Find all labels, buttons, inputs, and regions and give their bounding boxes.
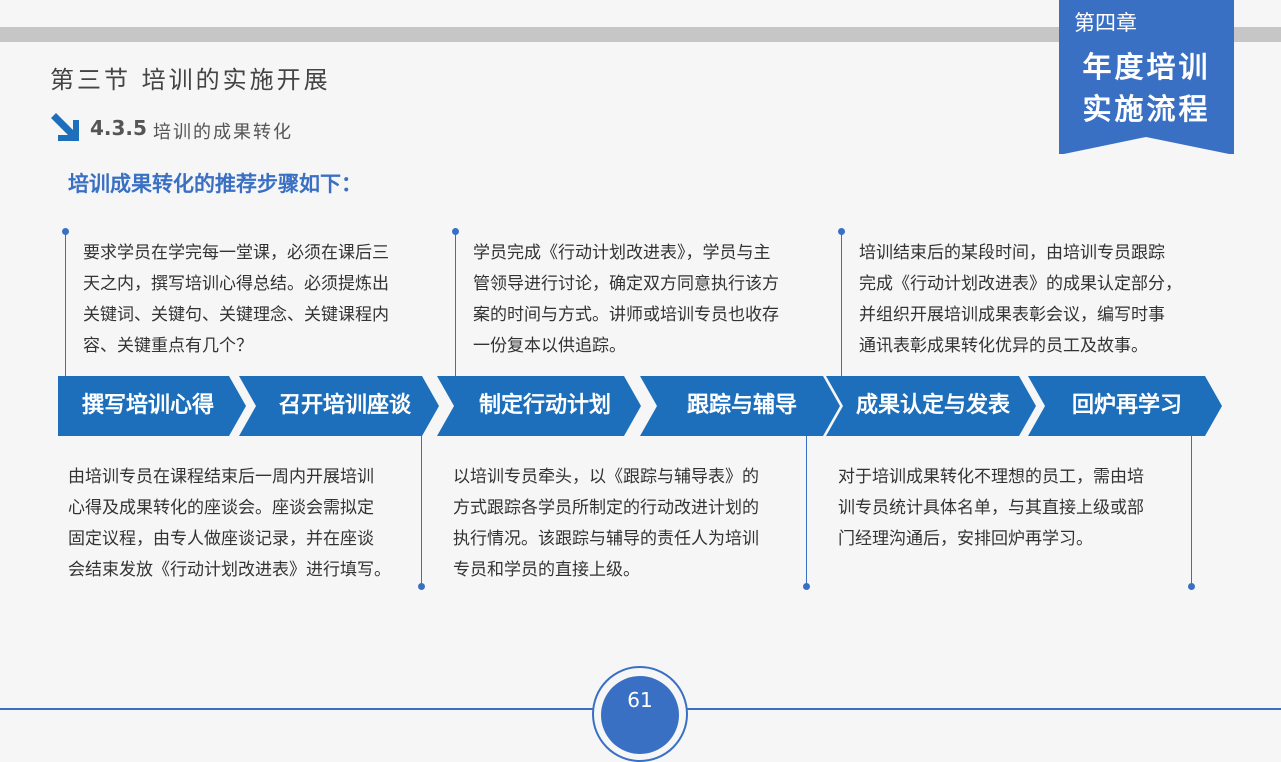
section-title: 第三节 培训的实施开展 xyxy=(50,66,331,94)
step4-description: 以培训专员牵头，以《跟踪与辅导表》的 方式跟踪各学员所制定的行动改进计划的 执行… xyxy=(453,462,803,586)
desc-line: 培训结束后的某段时间，由培训专员跟踪 xyxy=(859,243,1165,263)
desc-line: 专员和学员的直接上级。 xyxy=(453,560,640,580)
desc-line: 以培训专员牵头，以《跟踪与辅导表》的 xyxy=(453,467,759,487)
desc-line: 固定议程，由专人做座谈记录，并在座谈 xyxy=(68,529,374,549)
desc-line: 由培训专员在课程结束后一周内开展培训 xyxy=(68,467,374,487)
step6-label: 回炉再学习 xyxy=(1071,393,1182,418)
step5-description: 培训结束后的某段时间，由培训专员跟踪 完成《行动计划改进表》的成果认定部分， 并… xyxy=(859,238,1229,362)
step3-label: 制定行动计划 xyxy=(478,393,611,418)
chapter-title-line2: 实施流程 xyxy=(1082,92,1211,126)
timeline-line xyxy=(806,436,807,584)
subsection-title: 培训的成果转化 xyxy=(153,122,293,143)
desc-line: 通讯表彰成果转化优异的员工及故事。 xyxy=(859,336,1148,356)
timeline-dot xyxy=(418,583,425,590)
lead-text: 培训成果转化的推荐步骤如下： xyxy=(68,172,362,196)
timeline-line xyxy=(65,232,66,376)
timeline-dot xyxy=(1188,583,1195,590)
timeline-line xyxy=(455,232,456,376)
desc-line: 案的时间与方式。讲师或培训专员也收存 xyxy=(473,305,779,325)
step5-label: 成果认定与发表 xyxy=(855,393,1010,418)
timeline-dot xyxy=(803,583,810,590)
step3-description: 学员完成《行动计划改进表》，学员与主 管领导进行讨论，确定双方同意执行该方 案的… xyxy=(473,238,833,362)
chapter-label: 第四章 xyxy=(1074,11,1137,35)
desc-line: 天之内，撰写培训心得总结。必须提炼出 xyxy=(83,274,389,294)
desc-line: 训专员统计具体名单，与其直接上级或部 xyxy=(838,498,1144,518)
desc-line: 执行情况。该跟踪与辅导的责任人为培训 xyxy=(453,529,759,549)
desc-line: 学员完成《行动计划改进表》，学员与主 xyxy=(473,243,771,263)
desc-line: 一份复本以供追踪。 xyxy=(473,336,626,356)
desc-line: 对于培训成果转化不理想的员工，需由培 xyxy=(838,467,1144,487)
desc-line: 并组织开展培训成果表彰会议，编写时事 xyxy=(859,305,1165,325)
timeline-line xyxy=(841,232,842,376)
step6-description: 对于培训成果转化不理想的员工，需由培 训专员统计具体名单，与其直接上级或部 门经… xyxy=(838,462,1188,555)
desc-line: 心得及成果转化的座谈会。座谈会需拟定 xyxy=(68,498,374,518)
arrow-down-right-icon xyxy=(51,113,79,141)
desc-line: 要求学员在学完每一堂课，必须在课后三 xyxy=(83,243,389,263)
desc-line: 会结束发放《行动计划改进表》进行填写。 xyxy=(68,560,391,580)
desc-line: 方式跟踪各学员所制定的行动改进计划的 xyxy=(453,498,759,518)
step1-label: 撰写培训心得 xyxy=(81,393,214,418)
chapter-ribbon: 第四章 年度培训 实施流程 xyxy=(1059,0,1234,155)
chapter-title-line1: 年度培训 xyxy=(1082,50,1211,84)
desc-line: 关键词、关键句、关键理念、关键课程内 xyxy=(83,305,389,325)
page-number: 61 xyxy=(627,688,653,712)
timeline-line xyxy=(421,436,422,584)
step2-label: 召开培训座谈 xyxy=(278,393,411,418)
desc-line: 管领导进行讨论，确定双方同意执行该方 xyxy=(473,274,779,294)
step4-label: 跟踪与辅导 xyxy=(686,393,797,418)
step2-description: 由培训专员在课程结束后一周内开展培训 心得及成果转化的座谈会。座谈会需拟定 固定… xyxy=(68,462,418,586)
desc-line: 门经理沟通后，安排回炉再学习。 xyxy=(838,529,1093,549)
step1-description: 要求学员在学完每一堂课，必须在课后三 天之内，撰写培训心得总结。必须提炼出 关键… xyxy=(83,238,443,362)
desc-line: 容、关键重点有几个？ xyxy=(83,336,253,356)
subsection-number: 4.3.5 xyxy=(90,116,147,140)
timeline-line xyxy=(1191,436,1192,584)
desc-line: 完成《行动计划改进表》的成果认定部分， xyxy=(859,274,1182,294)
